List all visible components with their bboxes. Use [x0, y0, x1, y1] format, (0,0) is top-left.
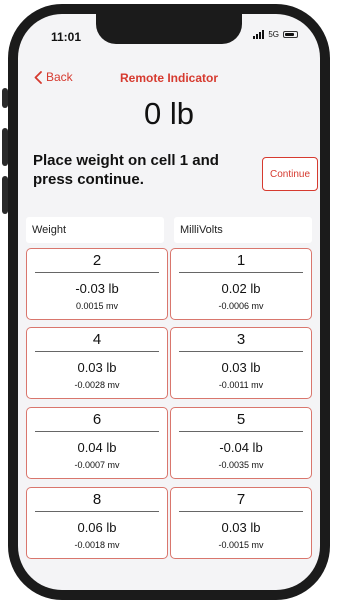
cell-millivolts: 0.0015 mv — [75, 301, 119, 311]
cell-number: 2 — [92, 252, 102, 269]
cell-number: 5 — [236, 411, 246, 428]
nav-title: Remote Indicator — [119, 71, 218, 85]
cell-number: 1 — [236, 252, 246, 269]
continue-button[interactable]: Continue — [262, 157, 318, 191]
load-cell-card-8[interactable]: 8 0.06 lb -0.0018 mv — [26, 487, 168, 559]
load-cell-card-6[interactable]: 6 0.04 lb -0.0007 mv — [26, 407, 168, 479]
cell-number: 8 — [92, 491, 102, 508]
cell-number: 4 — [92, 331, 102, 348]
load-cell-card-5[interactable]: 5 -0.04 lb -0.0035 mv — [170, 407, 312, 479]
cell-number: 7 — [236, 491, 246, 508]
cell-weight: 0.06 lb — [77, 520, 117, 535]
instruction-text: Place weight on cell 1 and press continu… — [33, 152, 219, 188]
signal-bars-icon — [253, 30, 265, 39]
navigation-bar: Back Remote Indicator — [18, 66, 320, 92]
millivolts-column-header: MilliVolts — [174, 217, 312, 243]
cell-weight: 0.02 lb — [221, 281, 261, 296]
cell-divider — [35, 272, 159, 273]
cell-divider — [179, 511, 303, 512]
load-cell-card-2[interactable]: 2 -0.03 lb 0.0015 mv — [26, 248, 168, 320]
total-weight-display: 0 lb — [144, 96, 194, 131]
load-cell-card-1[interactable]: 1 0.02 lb -0.0006 mv — [170, 248, 312, 320]
status-indicators: 5G — [253, 30, 298, 39]
load-cell-card-4[interactable]: 4 0.03 lb -0.0028 mv — [26, 327, 168, 399]
cell-divider — [35, 351, 159, 352]
network-label: 5G — [268, 30, 279, 39]
cell-millivolts: -0.0011 mv — [218, 380, 264, 390]
cell-millivolts: -0.0007 mv — [74, 460, 120, 470]
status-time: 11:01 — [51, 30, 82, 44]
cell-number: 6 — [92, 411, 102, 428]
cell-weight: 0.03 lb — [221, 360, 261, 375]
cell-weight: 0.03 lb — [77, 360, 117, 375]
cell-millivolts: -0.0006 mv — [218, 301, 264, 311]
cell-millivolts: -0.0015 mv — [218, 540, 264, 550]
phone-screen: 11:01 5G Back Remote Indicator 0 lb Plac… — [18, 14, 320, 590]
cell-divider — [35, 511, 159, 512]
cell-millivolts: -0.0018 mv — [74, 540, 120, 550]
phone-frame: 11:01 5G Back Remote Indicator 0 lb Plac… — [8, 4, 330, 600]
cell-divider — [179, 272, 303, 273]
load-cell-card-3[interactable]: 3 0.03 lb -0.0011 mv — [170, 327, 312, 399]
battery-icon — [283, 31, 298, 38]
cell-weight: -0.04 lb — [219, 440, 263, 455]
page: 11:01 5G Back Remote Indicator 0 lb Plac… — [0, 0, 339, 603]
cell-weight: 0.03 lb — [221, 520, 261, 535]
cell-divider — [179, 431, 303, 432]
cell-millivolts: -0.0035 mv — [218, 460, 264, 470]
cell-weight: -0.03 lb — [75, 281, 119, 296]
cell-divider — [35, 431, 159, 432]
load-cell-card-7[interactable]: 7 0.03 lb -0.0015 mv — [170, 487, 312, 559]
weight-column-header: Weight — [26, 217, 164, 243]
cell-divider — [179, 351, 303, 352]
cell-number: 3 — [236, 331, 246, 348]
notch — [96, 14, 242, 44]
cell-weight: 0.04 lb — [77, 440, 117, 455]
cell-millivolts: -0.0028 mv — [74, 380, 120, 390]
